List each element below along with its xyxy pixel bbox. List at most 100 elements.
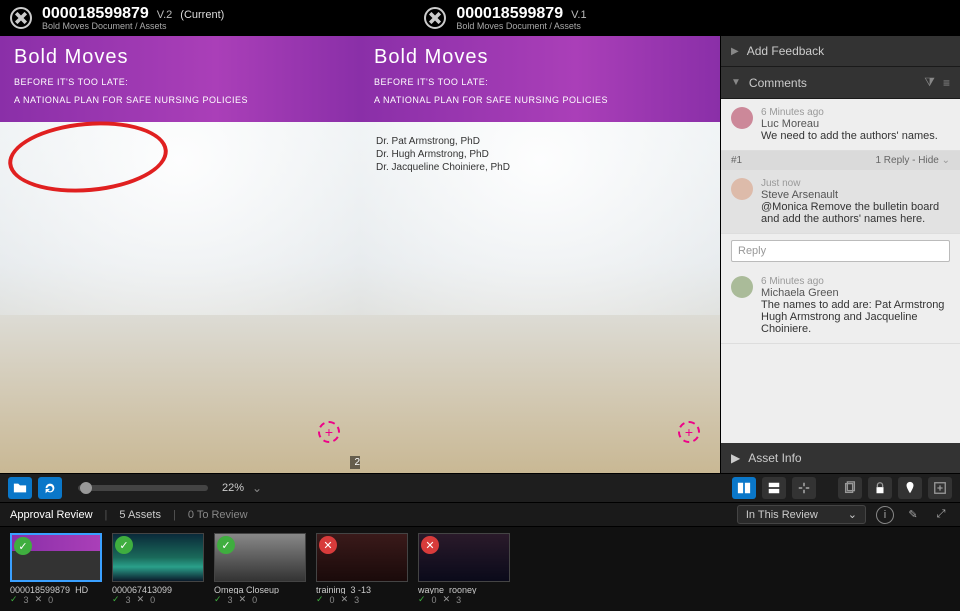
thumbnail-image[interactable]: ✕ bbox=[316, 533, 408, 582]
zoom-value: 22% bbox=[222, 482, 244, 494]
add-feedback-header[interactable]: ▶ Add Feedback bbox=[721, 36, 960, 67]
poster-title: Bold Moves bbox=[14, 46, 346, 69]
status-badge: ✓ bbox=[115, 536, 133, 554]
chevron-down-icon: ⌄ bbox=[942, 155, 950, 166]
viewer-toolbar: 22% ⌄ bbox=[0, 473, 960, 503]
location-button[interactable] bbox=[898, 477, 922, 499]
close-v2-button[interactable] bbox=[10, 7, 32, 29]
thumbnail-name: training_3 -13 bbox=[316, 585, 408, 594]
status-badge: ✓ bbox=[14, 537, 32, 555]
add-marker-icon[interactable]: + bbox=[318, 421, 340, 443]
thumbnail-image[interactable]: ✓ bbox=[214, 533, 306, 582]
version-v2: V.2 bbox=[157, 10, 173, 21]
chevron-down-icon: ▼ bbox=[731, 77, 741, 88]
add-feedback-label: Add Feedback bbox=[747, 44, 824, 58]
top-bar: 000018599879 V.2 (Current) Bold Moves Do… bbox=[0, 0, 960, 36]
thumbnail-name: Omega Closeup bbox=[214, 585, 306, 594]
authors-block: Dr. Pat Armstrong, PhD Dr. Hugh Armstron… bbox=[376, 136, 510, 175]
thread-replies[interactable]: 1 Reply - Hide bbox=[875, 155, 938, 166]
comments-label: Comments bbox=[749, 76, 916, 90]
status-badge: ✕ bbox=[421, 536, 439, 554]
asset-info-header[interactable]: ▶ Asset Info bbox=[721, 443, 960, 473]
thumbnail-stats: ✓3✕0 bbox=[214, 594, 306, 605]
thumbnail-stats: ✓0✕3 bbox=[418, 594, 510, 605]
check-icon: ✓ bbox=[112, 594, 120, 605]
poster-sub2: A NATIONAL PLAN FOR SAFE NURSING POLICIE… bbox=[14, 95, 346, 105]
chevron-right-icon: ▶ bbox=[731, 451, 740, 465]
x-icon: ✕ bbox=[341, 594, 349, 605]
thumbnail-stats: ✓3✕0 bbox=[10, 594, 102, 605]
comments-header[interactable]: ▼ Comments ⧩ ≡ bbox=[721, 67, 960, 99]
thumbnail[interactable]: ✓000067413099✓3✕0 bbox=[112, 533, 204, 605]
check-icon: ✓ bbox=[10, 594, 18, 605]
chevron-right-icon: ▶ bbox=[731, 46, 739, 57]
compare-viewer: Bold Moves BEFORE IT'S TOO LATE: A NATIO… bbox=[0, 36, 720, 473]
preview-v1[interactable]: Bold Moves BEFORE IT'S TOO LATE: A NATIO… bbox=[360, 36, 720, 473]
review-scope-select[interactable]: In This Review ⌄ bbox=[737, 505, 866, 524]
comment-item[interactable]: 6 Minutes ago Michaela Green The names t… bbox=[721, 268, 960, 344]
refresh-button[interactable] bbox=[38, 477, 62, 499]
to-review-count: 0 To Review bbox=[188, 509, 248, 521]
thumbnail-name: 000067413099 bbox=[112, 585, 204, 594]
preview-v2[interactable]: Bold Moves BEFORE IT'S TOO LATE: A NATIO… bbox=[0, 36, 360, 473]
status-badge: ✓ bbox=[217, 536, 235, 554]
thumbnail[interactable]: ✓000018599879_HD✓3✕0 bbox=[10, 533, 102, 605]
thumbnail[interactable]: ✕training_3 -13✓0✕3 bbox=[316, 533, 408, 605]
status-badge: ✕ bbox=[319, 536, 337, 554]
filter-icon[interactable]: ⧩ bbox=[924, 75, 935, 90]
lock-button[interactable] bbox=[868, 477, 892, 499]
thumbnail-name: wayne_rooney bbox=[418, 585, 510, 594]
thumbnail-name: 000018599879_HD bbox=[10, 585, 102, 594]
poster-header: Bold Moves BEFORE IT'S TOO LATE: A NATIO… bbox=[0, 36, 360, 122]
filmstrip: ✓000018599879_HD✓3✕0✓000067413099✓3✕0✓Om… bbox=[0, 527, 960, 611]
poster-header-v1: Bold Moves BEFORE IT'S TOO LATE: A NATIO… bbox=[360, 36, 720, 122]
zoom-dropdown-icon[interactable]: ⌄ bbox=[252, 481, 262, 495]
view-split-button[interactable] bbox=[732, 477, 756, 499]
x-icon: ✕ bbox=[239, 594, 247, 605]
avatar bbox=[731, 107, 753, 129]
thumbnail-stats: ✓0✕3 bbox=[316, 594, 408, 605]
x-icon: ✕ bbox=[137, 594, 145, 605]
fullscreen-button[interactable]: ⤢ bbox=[932, 506, 950, 524]
avatar bbox=[731, 178, 753, 200]
zoom-slider[interactable] bbox=[78, 485, 208, 491]
info-button[interactable]: i bbox=[876, 506, 894, 524]
asset-id-v1: 000018599879 bbox=[456, 6, 563, 22]
page-number: 2 bbox=[350, 456, 360, 469]
thumbnail-image[interactable]: ✓ bbox=[112, 533, 204, 582]
comment-reply[interactable]: Just now Steve Arsenault @Monica Remove … bbox=[721, 170, 960, 234]
thumbnail-stats: ✓3✕0 bbox=[112, 594, 204, 605]
reply-input[interactable]: Reply bbox=[731, 240, 950, 262]
version-v1: V.1 bbox=[571, 10, 587, 21]
compare-sync-button[interactable] bbox=[792, 477, 816, 499]
check-icon: ✓ bbox=[214, 594, 222, 605]
x-icon: ✕ bbox=[35, 594, 43, 605]
close-v1-button[interactable] bbox=[424, 7, 446, 29]
asset-count: 5 Assets bbox=[119, 509, 161, 521]
current-label: (Current) bbox=[180, 10, 224, 21]
check-icon: ✓ bbox=[418, 594, 426, 605]
avatar bbox=[731, 276, 753, 298]
breadcrumb-v1: Bold Moves Document / Assets bbox=[456, 22, 586, 31]
menu-icon[interactable]: ≡ bbox=[943, 76, 950, 90]
breadcrumb-v2: Bold Moves Document / Assets bbox=[42, 22, 224, 31]
thumbnail-image[interactable]: ✕ bbox=[418, 533, 510, 582]
thread-header[interactable]: #1 1 Reply - Hide ⌄ bbox=[721, 151, 960, 170]
main-row: Bold Moves BEFORE IT'S TOO LATE: A NATIO… bbox=[0, 36, 960, 473]
copy-button[interactable] bbox=[838, 477, 862, 499]
view-stack-button[interactable] bbox=[762, 477, 786, 499]
asset-id-v2: 000018599879 bbox=[42, 6, 149, 22]
thumbnail[interactable]: ✕ wayne_rooney✓0✕3 bbox=[418, 533, 510, 605]
thumbnail[interactable]: ✓Omega Closeup✓3✕0 bbox=[214, 533, 306, 605]
asset-info-label: Asset Info bbox=[748, 451, 801, 465]
folder-button[interactable] bbox=[8, 477, 32, 499]
export-button[interactable] bbox=[928, 477, 952, 499]
thumbnail-image[interactable]: ✓ bbox=[10, 533, 102, 582]
comment-item[interactable]: 6 Minutes ago Luc Moreau We need to add … bbox=[721, 99, 960, 151]
check-icon: ✓ bbox=[316, 594, 324, 605]
review-bar: Approval Review | 5 Assets | 0 To Review… bbox=[0, 503, 960, 527]
edit-button[interactable]: ✎ bbox=[904, 506, 922, 524]
add-marker-icon-v1[interactable]: + bbox=[678, 421, 700, 443]
thread-num: #1 bbox=[731, 155, 742, 166]
title-block-v2: 000018599879 V.2 (Current) Bold Moves Do… bbox=[42, 6, 224, 31]
